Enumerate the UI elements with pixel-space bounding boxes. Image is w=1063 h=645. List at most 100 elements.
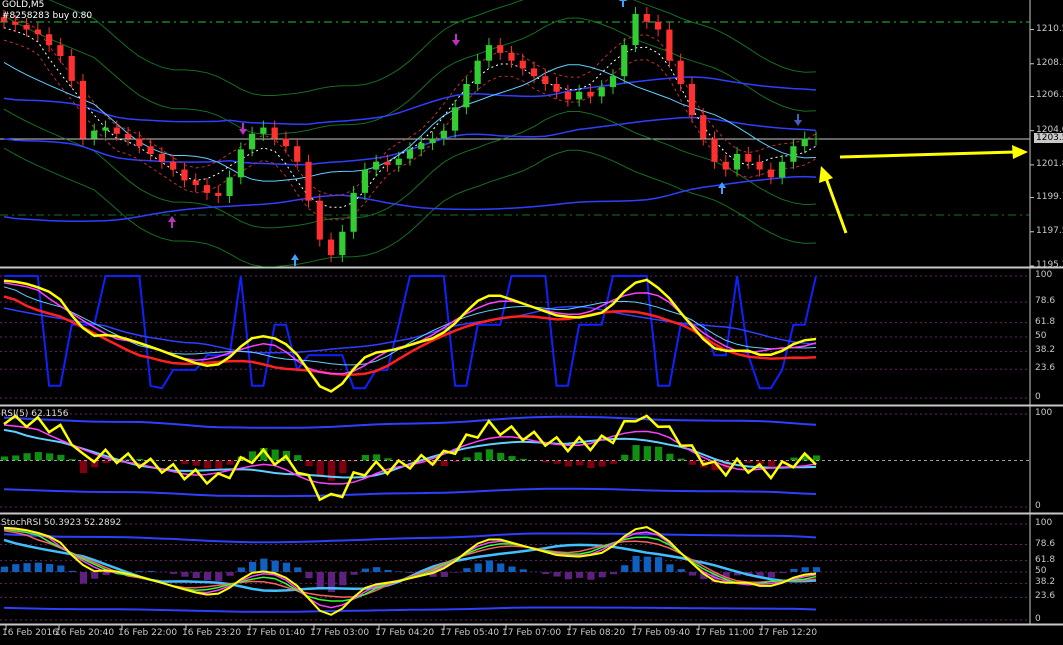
- candle-body: [316, 200, 323, 240]
- stoch-level-label: 0: [1035, 392, 1041, 402]
- price-axis-label: 1201.8: [1036, 158, 1063, 169]
- chart-canvas[interactable]: [0, 0, 1063, 645]
- stoch-yellow-line: [3, 278, 817, 393]
- candle-body: [733, 154, 741, 170]
- rsi-histogram-bar: [271, 449, 279, 461]
- candle-body: [91, 130, 98, 139]
- stochrsi-histogram-bar: [237, 567, 245, 572]
- rsi-histogram-bar: [12, 455, 20, 461]
- candle-body: [373, 161, 380, 170]
- candle-body: [598, 87, 605, 97]
- rsi-histogram-bar: [688, 460, 697, 465]
- stochrsi-histogram-bar: [305, 572, 313, 579]
- rsi-panel[interactable]: [0, 413, 1030, 508]
- candle-body: [260, 127, 267, 134]
- candle-body: [711, 138, 718, 162]
- stoch-level-label: 78.6: [1035, 296, 1056, 307]
- stochrsi-histogram-bar: [46, 563, 54, 572]
- candle-body: [215, 192, 222, 196]
- price-axis-label: 1197.5: [1036, 225, 1063, 236]
- rsi-histogram-bar: [485, 449, 494, 461]
- main-price-panel[interactable]: [0, 0, 1030, 268]
- candle-body: [530, 68, 538, 77]
- time-axis-label: 17 Feb 07:00: [502, 628, 562, 638]
- candle-body: [609, 76, 617, 88]
- stochrsi-histogram-bar: [34, 562, 42, 572]
- candle-body: [102, 127, 109, 131]
- rsi-histogram-bar: [361, 455, 369, 461]
- stochrsi-histogram-bar: [282, 562, 291, 572]
- candle-body: [688, 84, 696, 116]
- candle-body: [677, 60, 684, 84]
- candle-body: [57, 45, 64, 56]
- stochrsi-magenta-line: [3, 527, 817, 609]
- trade-order-label[interactable]: #8258283 buy 0.80: [2, 11, 92, 21]
- candle-body: [655, 21, 662, 30]
- stochrsi-histogram-bar: [215, 572, 223, 582]
- candle-body: [576, 91, 583, 100]
- stochrsi-histogram-bar: [497, 563, 505, 572]
- candle-body: [745, 154, 752, 162]
- stochrsi-histogram-bar: [542, 572, 550, 575]
- stochrsi-panel[interactable]: [0, 523, 1030, 621]
- stoch-level-label: 23.6: [1035, 363, 1056, 374]
- rsi-histogram-bar: [46, 453, 54, 461]
- stochrsi-histogram-bar: [406, 572, 415, 573]
- current-price-tag: 1203.5: [1034, 133, 1063, 143]
- stochrsi-histogram-bar: [801, 567, 809, 572]
- rsi-histogram-bar: [643, 446, 651, 461]
- candle-body: [801, 138, 808, 147]
- candle-body: [271, 127, 278, 139]
- stochrsi-level-label: 78.6: [1035, 538, 1056, 549]
- candle-body: [181, 169, 188, 181]
- candle-body: [790, 146, 797, 162]
- stochrsi-histogram-bar: [192, 572, 200, 579]
- stochrsi-histogram-bar: [655, 557, 663, 572]
- candle-body: [327, 239, 335, 256]
- rsi-histogram-bar: [316, 460, 324, 478]
- candle-body: [643, 14, 650, 22]
- stochrsi-histogram-bar: [677, 569, 685, 572]
- stochrsi-histogram-bar: [767, 572, 775, 578]
- stochrsi-histogram-bar: [519, 569, 527, 572]
- candle-body: [700, 115, 707, 139]
- stochrsi-histogram-bar: [553, 572, 561, 577]
- stochrsi-histogram-bar: [395, 571, 403, 572]
- rsi-histogram-bar: [226, 460, 234, 465]
- rsi-histogram-bar: [305, 460, 313, 467]
- stochrsi-histogram-bar: [294, 567, 302, 572]
- rsi-histogram-bar: [23, 453, 31, 461]
- candle-body: [812, 138, 820, 140]
- rsi-histogram-bar: [203, 460, 212, 469]
- stochrsi-histogram-bar: [609, 572, 618, 575]
- stochrsi-histogram-bar: [181, 572, 189, 577]
- candle-body: [34, 29, 41, 35]
- stochrsi-histogram-bar: [57, 565, 65, 572]
- stochrsi-histogram-bar: [485, 560, 494, 572]
- stochrsi-level-label: 38.2: [1035, 577, 1056, 588]
- rsi-histogram-bar: [812, 455, 821, 461]
- candle-body: [136, 138, 143, 147]
- rsi-histogram-bar: [655, 446, 663, 461]
- candle-body: [113, 127, 120, 134]
- stochrsi-histogram-bar: [666, 564, 674, 572]
- stochrsi-histogram-bar: [688, 572, 697, 576]
- rsi-histogram-bar: [339, 460, 347, 474]
- stochrsi-histogram-bar: [23, 563, 31, 572]
- candle-body: [350, 192, 357, 232]
- candle-body: [124, 133, 132, 139]
- stochrsi-histogram-bar: [576, 572, 584, 578]
- rsi-yellow-line: [3, 414, 817, 502]
- stochrsi-histogram-bar: [598, 572, 606, 578]
- stochrsi-histogram-bar: [147, 570, 155, 572]
- candle-body: [756, 161, 763, 170]
- price-axis-label: 1206.2: [1036, 90, 1063, 101]
- time-axis-label: 16 Feb 23:20: [182, 628, 242, 638]
- stochrsi-histogram-bar: [587, 572, 595, 580]
- candle-body: [147, 146, 154, 154]
- candle-body: [779, 161, 786, 178]
- stoch-level-label: 38.2: [1035, 345, 1056, 356]
- candle-body: [587, 91, 594, 97]
- stochastic-panel[interactable]: [0, 275, 1030, 399]
- candle-body: [497, 45, 504, 53]
